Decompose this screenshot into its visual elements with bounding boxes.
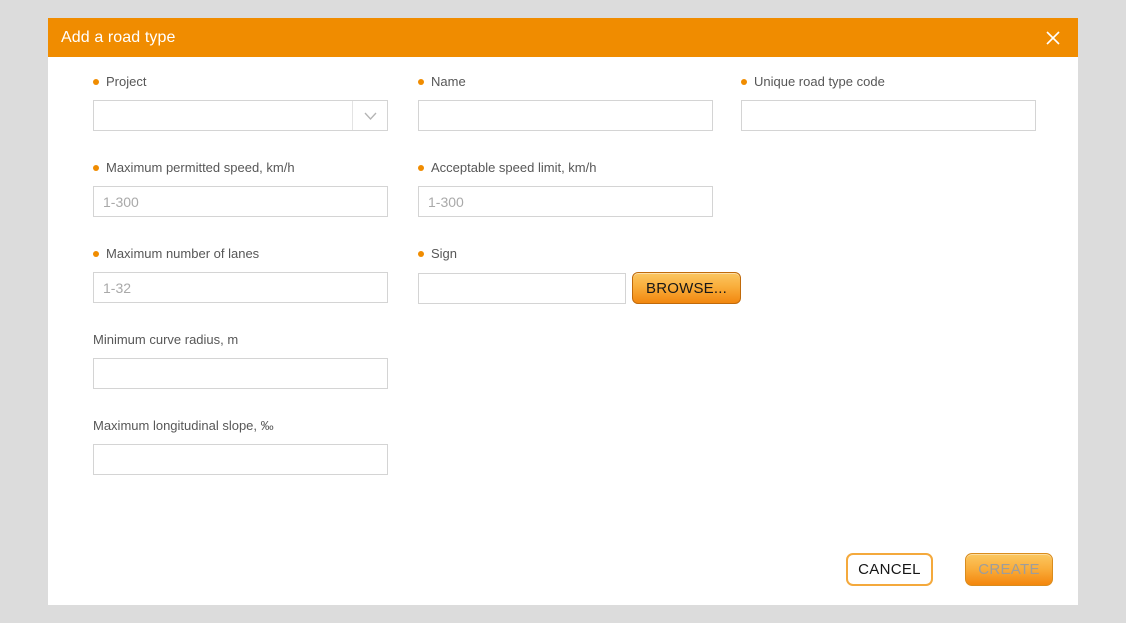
field-label: Maximum longitudinal slope, ‰ [93, 417, 418, 435]
dialog-body: Project Name Unique road type code Maxim… [48, 57, 1078, 605]
input-wrap: BROWSE... [418, 272, 741, 304]
input-wrap [93, 272, 418, 303]
form-row: Maximum number of lanes Sign BROWSE... [93, 245, 1053, 331]
field-spacer [418, 331, 741, 417]
field-maximum-number-of-lanes: Maximum number of lanes [93, 245, 418, 331]
field-label-text: Minimum curve radius, m [93, 332, 239, 347]
field-label-text: Sign [431, 246, 458, 261]
acceptable-speed-limit-input[interactable] [418, 186, 713, 217]
required-dot-icon [418, 165, 424, 171]
field-spacer [741, 417, 1041, 503]
field-spacer [741, 331, 1041, 417]
create-button[interactable]: CREATE [965, 553, 1053, 586]
cancel-button[interactable]: CANCEL [846, 553, 933, 586]
field-label-text: Project [106, 74, 147, 89]
input-wrap [418, 100, 741, 131]
required-dot-icon [418, 79, 424, 85]
required-dot-icon [93, 79, 99, 85]
form-row: Maximum longitudinal slope, ‰ [93, 417, 1053, 503]
close-icon[interactable] [1042, 27, 1064, 49]
field-label-text: Name [431, 74, 466, 89]
required-dot-icon [418, 251, 424, 257]
field-sign: Sign BROWSE... [418, 245, 741, 331]
field-label: Sign [418, 245, 741, 263]
add-road-type-dialog: Add a road type Project Name Unique road… [48, 18, 1078, 605]
input-wrap [418, 186, 741, 217]
dialog-footer: CANCEL CREATE [846, 553, 1053, 586]
input-wrap [93, 358, 418, 389]
field-label: Maximum number of lanes [93, 245, 418, 263]
field-label-text: Unique road type code [754, 74, 885, 89]
chevron-down-icon[interactable] [352, 101, 387, 130]
name-input[interactable] [418, 100, 713, 131]
required-dot-icon [741, 79, 747, 85]
field-name: Name [418, 73, 741, 159]
field-label: Minimum curve radius, m [93, 331, 418, 349]
required-dot-icon [93, 251, 99, 257]
field-spacer [418, 417, 741, 503]
dialog-title: Add a road type [61, 28, 176, 46]
field-label: Project [93, 73, 418, 91]
browse-button[interactable]: BROWSE... [632, 272, 741, 304]
input-wrap [93, 186, 418, 217]
input-wrap [93, 444, 418, 475]
form-row: Maximum permitted speed, km/h Acceptable… [93, 159, 1053, 245]
sign-input[interactable] [418, 272, 627, 304]
form-grid: Project Name Unique road type code Maxim… [93, 73, 1053, 503]
field-label-text: Maximum longitudinal slope, ‰ [93, 418, 274, 433]
unique-road-type-code-input[interactable] [741, 100, 1036, 131]
project-select[interactable] [93, 100, 388, 131]
required-dot-icon [93, 165, 99, 171]
maximum-permitted-speed-input[interactable] [93, 186, 388, 217]
field-label: Acceptable speed limit, km/h [418, 159, 741, 177]
field-spacer [741, 245, 1041, 331]
field-label: Name [418, 73, 741, 91]
field-minimum-curve-radius: Minimum curve radius, m [93, 331, 418, 417]
field-acceptable-speed-limit: Acceptable speed limit, km/h [418, 159, 741, 245]
maximum-longitudinal-slope-input[interactable] [93, 444, 388, 475]
field-spacer [741, 159, 1041, 245]
maximum-number-of-lanes-input[interactable] [93, 272, 388, 303]
minimum-curve-radius-input[interactable] [93, 358, 388, 389]
input-wrap [93, 100, 418, 131]
input-wrap [741, 100, 1041, 131]
field-maximum-permitted-speed: Maximum permitted speed, km/h [93, 159, 418, 245]
field-maximum-longitudinal-slope: Maximum longitudinal slope, ‰ [93, 417, 418, 503]
field-label: Maximum permitted speed, km/h [93, 159, 418, 177]
field-project: Project [93, 73, 418, 159]
field-label-text: Maximum number of lanes [106, 246, 260, 261]
dialog-titlebar: Add a road type [48, 18, 1078, 57]
field-unique-road-type-code: Unique road type code [741, 73, 1041, 159]
field-label-text: Acceptable speed limit, km/h [431, 160, 597, 175]
field-label-text: Maximum permitted speed, km/h [106, 160, 295, 175]
form-row: Project Name Unique road type code [93, 73, 1053, 159]
field-label: Unique road type code [741, 73, 1041, 91]
form-row: Minimum curve radius, m [93, 331, 1053, 417]
